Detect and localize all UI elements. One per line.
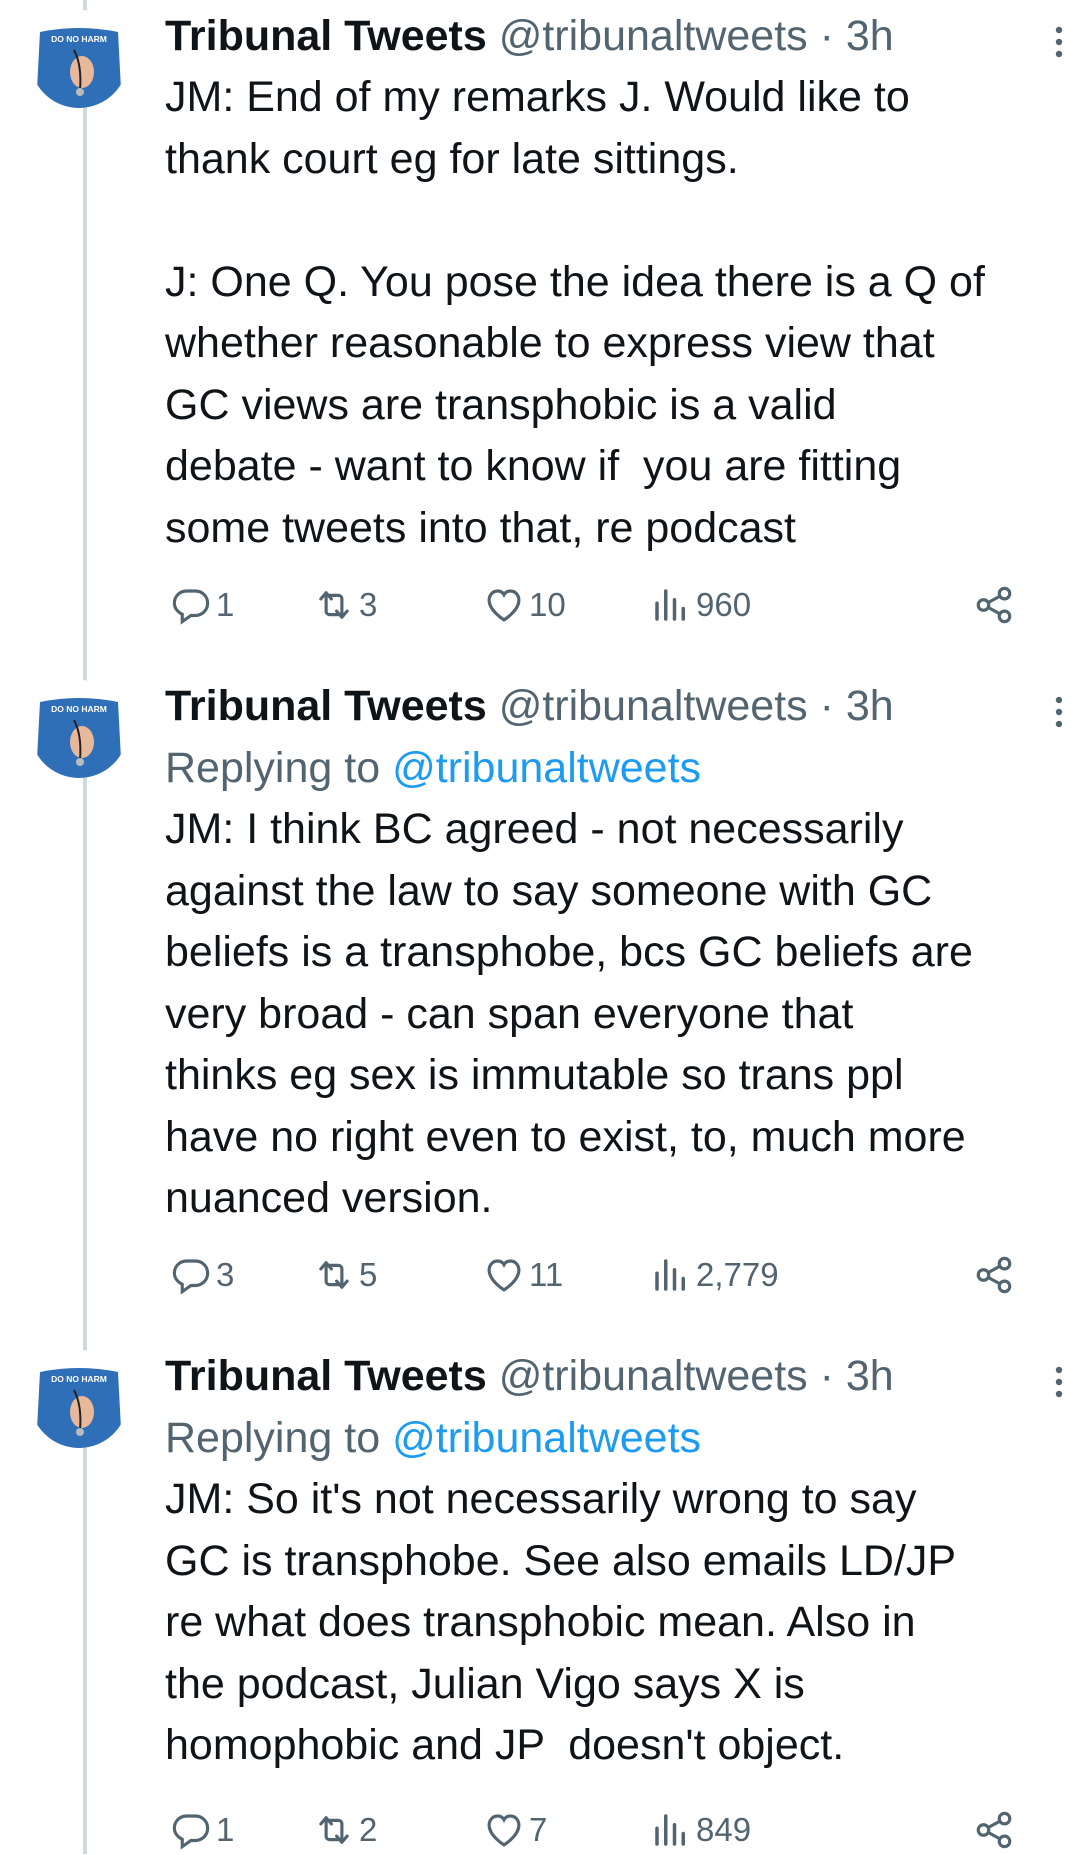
share-icon	[976, 1811, 1012, 1849]
views-icon	[655, 1814, 685, 1846]
reply-icon	[172, 1259, 210, 1295]
more-options-button[interactable]	[1047, 22, 1071, 62]
view-count: 849	[696, 1811, 752, 1848]
tweet-actions: 1 2 7 849	[165, 1805, 1035, 1855]
avatar-image: DO NO HARM	[30, 680, 128, 778]
like-count: 11	[529, 1256, 564, 1293]
tweet-actions: 1 3 10 960	[165, 580, 1035, 630]
tweet-header: Tribunal Tweets @tribunaltweets · 3h	[165, 1345, 1065, 1407]
views-button[interactable]: 960	[650, 580, 751, 630]
reply-button[interactable]: 1	[170, 580, 234, 630]
avatar-text: DO NO HARM	[51, 1374, 107, 1384]
replying-to: Replying to @tribunaltweets	[165, 1407, 1065, 1469]
tweet-actions: 3 5 11 2,779	[165, 1250, 1035, 1300]
avatar-image: DO NO HARM	[30, 1350, 128, 1448]
more-options-icon	[1055, 26, 1063, 58]
share-button[interactable]	[973, 1805, 1019, 1855]
avatar-image: DO NO HARM	[30, 10, 128, 108]
like-count: 10	[529, 586, 566, 623]
retweet-button[interactable]: 2	[313, 1805, 377, 1855]
share-button[interactable]	[973, 580, 1019, 630]
retweet-count: 5	[359, 1256, 378, 1293]
like-button[interactable]: 11	[483, 1250, 563, 1300]
heart-icon	[487, 1259, 521, 1292]
more-options-icon	[1055, 1366, 1063, 1398]
tweet-text: JM: End of my remarks J. Would like to t…	[165, 73, 985, 552]
tweet-header: Tribunal Tweets @tribunaltweets · 3h	[165, 675, 1065, 737]
tweet-text: JM: So it's not necessarily wrong to say…	[165, 1475, 957, 1769]
views-button[interactable]: 2,779	[650, 1250, 779, 1300]
share-button[interactable]	[973, 1250, 1019, 1300]
more-options-icon	[1055, 696, 1063, 728]
tweet-header: Tribunal Tweets @tribunaltweets · 3h	[165, 5, 1065, 67]
reply-count: 3	[216, 1256, 235, 1293]
replying-to-label: Replying to	[165, 744, 393, 792]
display-name[interactable]: Tribunal Tweets	[165, 12, 487, 60]
views-icon	[655, 589, 685, 621]
more-options-button[interactable]	[1047, 692, 1071, 732]
retweet-button[interactable]: 5	[313, 1250, 377, 1300]
thread-line	[83, 0, 87, 1854]
replying-to-handle-link[interactable]: @tribunaltweets	[392, 1414, 701, 1462]
share-icon	[976, 586, 1012, 624]
share-icon	[976, 1256, 1012, 1294]
avatar-text: DO NO HARM	[51, 34, 107, 44]
reply-icon	[172, 589, 210, 625]
avatar[interactable]: DO NO HARM	[30, 1350, 128, 1448]
heart-icon	[487, 589, 521, 622]
reply-icon	[172, 1814, 210, 1850]
retweet-button[interactable]: 3	[313, 580, 377, 630]
more-options-button[interactable]	[1047, 1362, 1071, 1402]
tweet-text: JM: I think BC agreed - not necessarily …	[165, 805, 973, 1222]
view-count: 2,779	[696, 1256, 779, 1293]
reply-button[interactable]: 1	[170, 1805, 234, 1855]
reply-count: 1	[216, 1811, 235, 1848]
handle-and-time[interactable]: @tribunaltweets · 3h	[487, 12, 894, 60]
view-count: 960	[696, 586, 752, 623]
retweet-icon	[319, 1816, 349, 1844]
avatar[interactable]: DO NO HARM	[30, 680, 128, 778]
retweet-count: 2	[359, 1811, 378, 1848]
like-count: 7	[529, 1811, 548, 1848]
like-button[interactable]: 7	[483, 1805, 547, 1855]
replying-to: Replying to @tribunaltweets	[165, 737, 1065, 799]
retweet-count: 3	[359, 586, 378, 623]
handle-and-time[interactable]: @tribunaltweets · 3h	[487, 1352, 894, 1400]
avatar-text: DO NO HARM	[51, 704, 107, 714]
reply-count: 1	[216, 586, 235, 623]
handle-and-time[interactable]: @tribunaltweets · 3h	[487, 682, 894, 730]
display-name[interactable]: Tribunal Tweets	[165, 1352, 487, 1400]
replying-to-handle-link[interactable]: @tribunaltweets	[392, 744, 701, 792]
replying-to-label: Replying to	[165, 1414, 393, 1462]
avatar[interactable]: DO NO HARM	[30, 10, 128, 108]
retweet-icon	[319, 1261, 349, 1289]
heart-icon	[487, 1814, 521, 1847]
views-button[interactable]: 849	[650, 1805, 751, 1855]
views-icon	[655, 1259, 685, 1291]
like-button[interactable]: 10	[483, 580, 566, 630]
reply-button[interactable]: 3	[170, 1250, 234, 1300]
display-name[interactable]: Tribunal Tweets	[165, 682, 487, 730]
retweet-icon	[319, 591, 349, 619]
